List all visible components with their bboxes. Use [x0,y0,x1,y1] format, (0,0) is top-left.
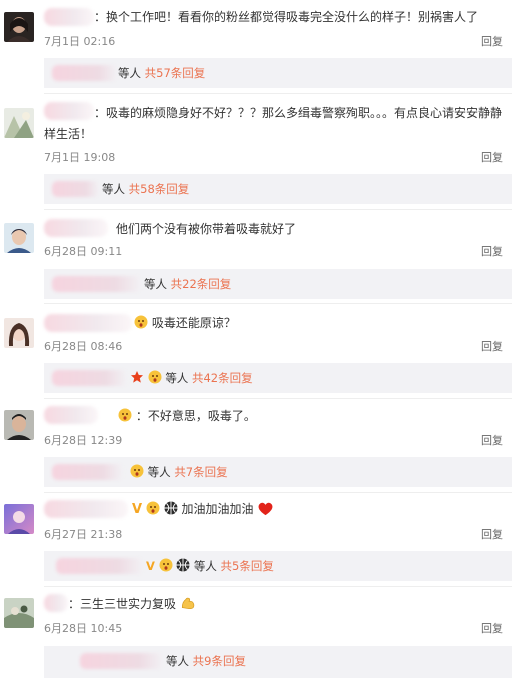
red-heart-icon [258,502,273,516]
comment-text: 他们两个没有被你带着吸毒就好了 [116,222,297,236]
avatar[interactable] [4,223,34,253]
comment-text: ：换个工作吧！看看你的粉丝都觉得吸毒完全没什么的样子！别祸害人了 [94,10,479,24]
comment-text: ：吸毒的麻烦隐身好不好？？？那么多缉毒警察殉职。。。有点良心请安安静静 [94,106,503,120]
username-blurred[interactable] [44,219,108,237]
avatar[interactable] [4,504,34,534]
sub-replies-text: 等人 共22条回复 [144,276,231,292]
sub-username-blurred [52,181,100,197]
reply-button[interactable]: 回复 [481,338,503,354]
sub-replies-text: 等人 共9条回复 [166,653,246,669]
sub-replies-text: 等人 共7条回复 [130,464,228,480]
comment-text-wrap: ：三生三世实力复吸 [68,594,509,614]
vip-v-icon: V [146,559,155,573]
username-blurred[interactable] [44,406,98,424]
sub-replies-bar[interactable]: 等人 共7条回复 [44,457,512,487]
reply-count-link[interactable]: 共9条回复 [193,654,246,668]
sub-replies-text: 等人 共58条回复 [102,181,189,197]
username-blurred[interactable] [44,594,68,612]
sub-username-blurred [52,464,124,480]
reply-button[interactable]: 回复 [481,33,503,49]
divider [44,586,512,587]
divider [44,398,512,399]
sub-username-blurred [56,558,144,574]
others-label: 等人 [165,371,189,385]
sub-replies-bar[interactable]: 等人 共9条回复 [44,646,512,678]
sub-replies-bar[interactable]: 等人 共22条回复 [44,269,512,299]
shocked-face-icon [118,408,132,422]
comment-text-wrap: V 加油加油加油 [132,499,509,520]
username-blurred[interactable] [44,314,132,332]
others-label: 等人 [193,559,217,573]
shocked-face-icon [159,558,173,572]
sub-replies-bar[interactable]: 等人 共58条回复 [44,174,512,204]
reply-count-link[interactable]: 共7条回复 [174,465,227,479]
sub-username-blurred [52,65,118,81]
comment-text: 加油加油加油 [181,502,254,516]
reply-count-link[interactable]: 共5条回复 [221,559,274,573]
sub-username-blurred [80,653,164,669]
sub-replies-bar[interactable]: 等人 共57条回复 [44,58,512,88]
avatar[interactable] [4,108,34,138]
sub-replies-bar[interactable]: V 等人 共5条回复 [44,551,512,581]
comment-text-wrap: ：不好意思，吸毒了。 [118,406,509,426]
avatar[interactable] [4,12,34,42]
sub-username-blurred [52,276,142,292]
sub-replies-text: V 等人 共5条回复 [146,558,274,574]
comment-text: 吸毒还能原谅？ [151,316,236,330]
reply-count-link[interactable]: 共42条回复 [192,371,253,385]
comment-time: 7月1日 19:08 [44,151,116,164]
comment-text: ：不好意思，吸毒了。 [135,409,256,423]
shocked-face-icon [134,315,148,329]
others-label: 等人 [147,465,171,479]
comment-time: 6月28日 12:39 [44,434,123,447]
comment-time: 6月27日 21:38 [44,528,123,541]
comment-text-wrap: 吸毒还能原谅？ [134,313,509,333]
comment-time: 6月28日 10:45 [44,622,123,635]
others-label: 等人 [144,277,167,291]
shocked-face-icon [148,370,162,384]
reply-count-link[interactable]: 共22条回复 [171,277,232,291]
others-label: 等人 [166,654,189,668]
comment-time: 6月28日 08:46 [44,340,123,353]
others-label: 等人 [118,66,141,80]
reply-button[interactable]: 回复 [481,620,503,636]
flexed-bicep-icon [181,597,195,610]
sub-replies-bar[interactable]: 等人 共42条回复 [44,363,512,393]
others-label: 等人 [102,182,125,196]
comment-text: ：三生三世实力复吸 [68,597,177,611]
shocked-face-icon [146,501,160,515]
sub-replies-text: 等人 共57条回复 [118,65,205,81]
reply-button[interactable]: 回复 [481,243,503,259]
comment-text-line2: 样生活！ [44,127,93,141]
star-badge-icon [131,371,143,383]
comment-time: 6月28日 09:11 [44,245,123,258]
avatar[interactable] [4,410,34,440]
sub-replies-text: 等人 共42条回复 [130,370,253,386]
divider [44,93,512,94]
divider [44,492,512,493]
avatar[interactable] [4,598,34,628]
avatar[interactable] [4,318,34,348]
divider [44,303,512,304]
vip-v-icon: V [132,502,143,517]
reply-button[interactable]: 回复 [481,432,503,448]
shocked-face-icon [130,464,144,478]
username-blurred[interactable] [44,102,94,120]
basketball-badge-icon [164,501,178,515]
divider [44,209,512,210]
sub-username-blurred [52,370,128,386]
username-blurred[interactable] [44,500,128,518]
reply-count-link[interactable]: 共58条回复 [129,182,190,196]
basketball-badge-icon [176,558,190,572]
comment-time: 7月1日 02:16 [44,35,116,48]
reply-count-link[interactable]: 共57条回复 [145,66,206,80]
reply-button[interactable]: 回复 [481,149,503,165]
reply-button[interactable]: 回复 [481,526,503,542]
username-blurred[interactable] [44,8,94,26]
